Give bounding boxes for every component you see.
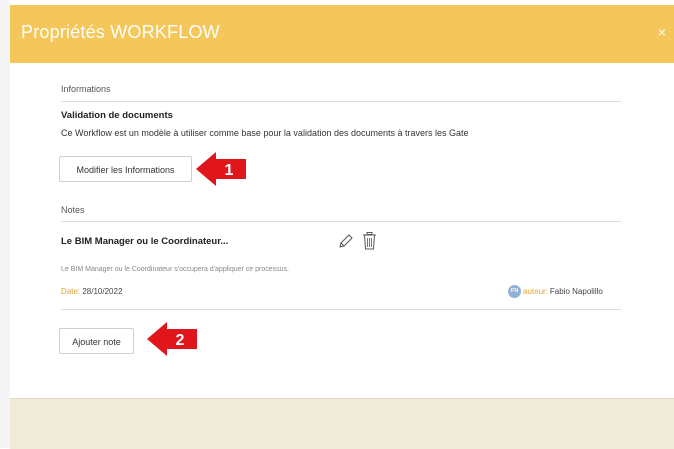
add-note-button[interactable]: Ajouter note bbox=[59, 328, 134, 354]
notes-bottom-divider bbox=[61, 309, 621, 310]
informations-section-label: Informations bbox=[61, 84, 111, 94]
note-title: Le BIM Manager ou le Coordinateur... bbox=[61, 236, 229, 247]
workflow-name: Validation de documents bbox=[61, 110, 173, 121]
pencil-icon[interactable] bbox=[338, 233, 354, 249]
annotation-number-1: 1 bbox=[225, 162, 234, 179]
annotation-arrow-1: 1 bbox=[196, 152, 246, 186]
close-icon[interactable]: × bbox=[658, 25, 666, 39]
note-date-label: Date: bbox=[61, 287, 81, 296]
modal-footer bbox=[10, 398, 674, 449]
modify-informations-button[interactable]: Modifier les Informations bbox=[59, 156, 192, 182]
notes-section-label: Notes bbox=[61, 205, 85, 215]
avatar: FN bbox=[508, 284, 521, 298]
note-author-label: auteur: bbox=[523, 286, 548, 296]
notes-divider bbox=[61, 221, 621, 222]
modal-title: Propriétés WORKFLOW bbox=[21, 22, 220, 42]
note-author: FN auteur: Fabio Napolillo bbox=[508, 284, 603, 298]
note-date: Date: 28/10/2022 bbox=[61, 287, 122, 296]
note-text: Le BIM Manager ou le Coordinateur s'occu… bbox=[61, 266, 289, 273]
informations-divider bbox=[61, 101, 621, 102]
annotation-arrow-2: 2 bbox=[147, 322, 197, 356]
annotation-number-2: 2 bbox=[176, 332, 185, 349]
trash-icon[interactable] bbox=[362, 232, 377, 250]
modal-header: Propriétés WORKFLOW × bbox=[10, 5, 674, 63]
workflow-properties-modal: Propriétés WORKFLOW × Informations Valid… bbox=[10, 0, 674, 449]
note-date-value: 28/10/2022 bbox=[82, 287, 123, 296]
note-author-name: Fabio Napolillo bbox=[549, 286, 603, 296]
workflow-description: Ce Workflow est un modèle à utiliser com… bbox=[61, 128, 469, 138]
